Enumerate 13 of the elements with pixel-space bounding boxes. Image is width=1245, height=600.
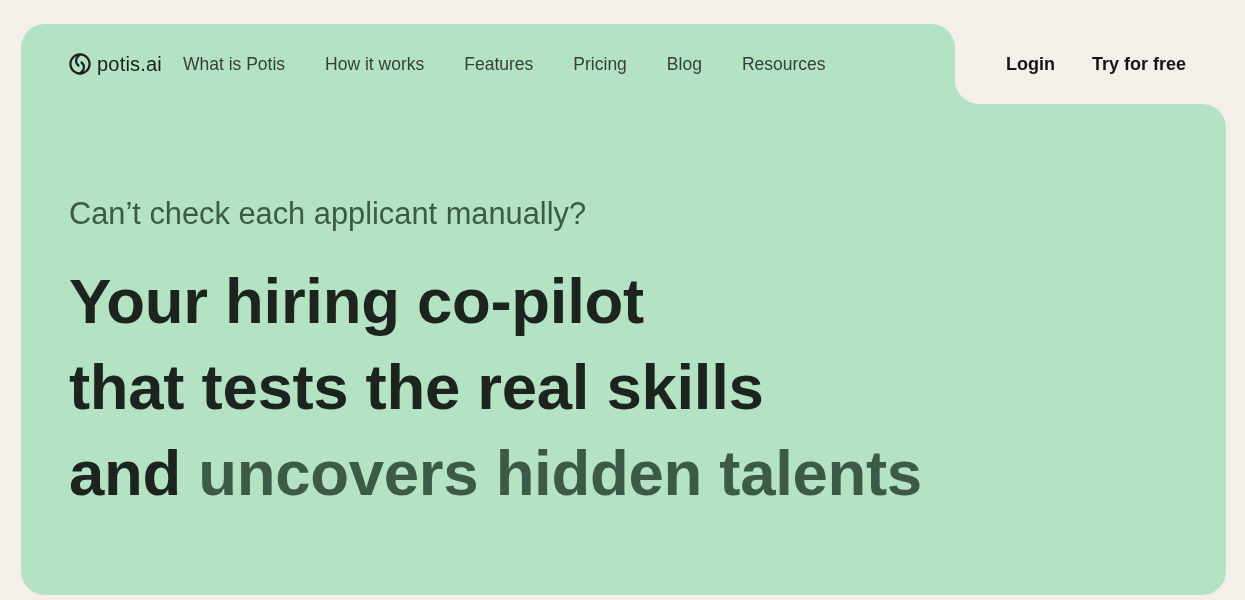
brand-logo[interactable]: potis.ai <box>69 52 162 76</box>
hero-subtitle: Can’t check each applicant manually? <box>69 196 587 232</box>
login-link[interactable]: Login <box>1006 53 1055 75</box>
swirl-circle-icon <box>69 53 91 75</box>
brand-name: potis.ai <box>97 52 162 76</box>
nav-link[interactable]: What is Potis <box>183 53 286 75</box>
nav-link[interactable]: Blog <box>666 53 702 75</box>
nav-link[interactable]: How it works <box>325 53 425 75</box>
nav-link[interactable]: Pricing <box>573 53 627 75</box>
nav-link[interactable]: Features <box>464 53 534 75</box>
try-free-link[interactable]: Try for free <box>1092 53 1187 75</box>
nav-link[interactable]: Resources <box>741 53 826 75</box>
hero-heading: Your hiring co-pilot that tests the real skills and uncovers hidden talents <box>69 265 923 510</box>
